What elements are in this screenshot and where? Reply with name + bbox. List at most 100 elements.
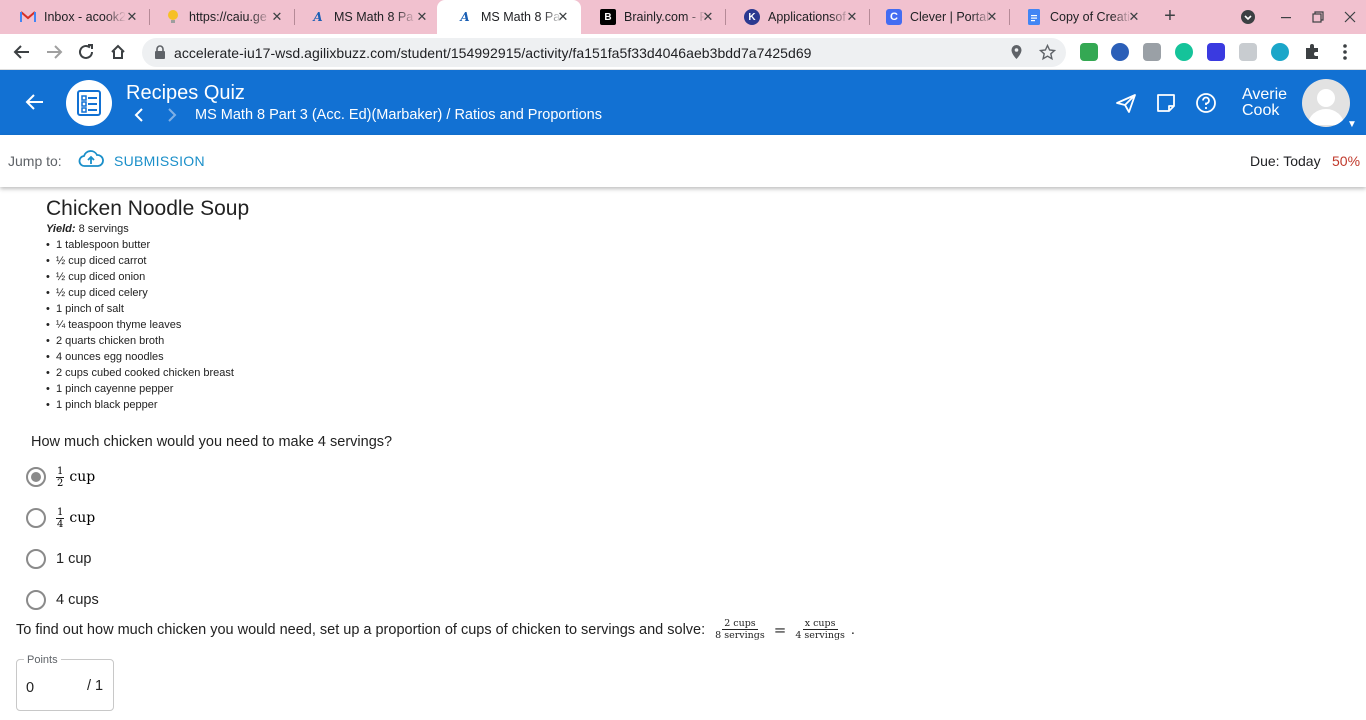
next-item-chevron-icon[interactable] bbox=[167, 108, 177, 127]
url-text: accelerate-iu17-wsd.agilixbuzz.com/stude… bbox=[174, 45, 812, 61]
ingredient-list: 1 tablespoon butter ½ cup diced carrot ½… bbox=[46, 237, 234, 413]
cloud-upload-icon[interactable] bbox=[78, 149, 104, 174]
breadcrumb[interactable]: MS Math 8 Part 3 (Acc. Ed)(Marbaker) / R… bbox=[195, 107, 602, 123]
forward-arrow-icon[interactable] bbox=[42, 40, 66, 64]
agilix-icon: A bbox=[460, 10, 470, 24]
browser-tab-gmail[interactable]: Inbox - acook2 ✕ bbox=[0, 0, 150, 34]
fraction: 1 2 bbox=[56, 465, 65, 489]
tab-close-icon[interactable]: ✕ bbox=[984, 9, 1000, 25]
quiz-content: Chicken Noodle Soup Yield: 8 servings 1 … bbox=[0, 187, 1366, 720]
gmail-icon bbox=[20, 9, 36, 25]
list-item: 1 pinch cayenne pepper bbox=[46, 381, 234, 397]
back-arrow-icon[interactable] bbox=[24, 91, 46, 118]
list-item: 1 pinch of salt bbox=[46, 301, 234, 317]
browser-tab-math-active[interactable]: A MS Math 8 Pa ✕ bbox=[437, 0, 581, 34]
send-paper-plane-icon[interactable] bbox=[1115, 92, 1137, 114]
tab-close-icon[interactable]: ✕ bbox=[844, 9, 860, 25]
proportion-right-fraction: x cups 4 servings bbox=[795, 618, 845, 641]
proportion-left-fraction: 2 cups 8 servings bbox=[715, 618, 765, 641]
grammarly-icon[interactable] bbox=[1175, 43, 1193, 61]
radio-button-selected[interactable] bbox=[26, 467, 46, 487]
list-item: ¼ teaspoon thyme leaves bbox=[46, 317, 234, 333]
home-icon[interactable] bbox=[106, 40, 130, 64]
answer-option-quarter-cup[interactable]: 1 4 cup bbox=[26, 506, 95, 530]
list-item: 2 cups cubed cooked chicken breast bbox=[46, 365, 234, 381]
jump-bar: Jump to: SUBMISSION Due: Today 50% bbox=[0, 135, 1366, 187]
location-pin-icon[interactable] bbox=[1008, 44, 1025, 61]
list-item: ½ cup diced onion bbox=[46, 269, 234, 285]
list-item: 1 pinch black pepper bbox=[46, 397, 234, 413]
radio-button[interactable] bbox=[26, 508, 46, 528]
tab-close-icon[interactable]: ✕ bbox=[700, 9, 716, 25]
browser-tab-caiu[interactable]: https://caiu.ge ✕ bbox=[145, 0, 295, 34]
list-item: 4 ounces egg noodles bbox=[46, 349, 234, 365]
new-tab-plus-icon[interactable]: + bbox=[1160, 6, 1180, 27]
recipe-title: Chicken Noodle Soup bbox=[46, 197, 250, 220]
user-name[interactable]: Averie Cook bbox=[1242, 87, 1287, 119]
menu-dots-icon[interactable] bbox=[1336, 43, 1354, 61]
reload-icon[interactable] bbox=[74, 40, 98, 64]
points-total: / 1 bbox=[87, 678, 104, 694]
jump-to-label: Jump to: bbox=[8, 153, 62, 169]
list-item: ½ cup diced celery bbox=[46, 285, 234, 301]
answer-option-1-cup[interactable]: 1 cup bbox=[26, 547, 91, 571]
radio-button[interactable] bbox=[26, 549, 46, 569]
extension-gray-icon[interactable] bbox=[1143, 43, 1161, 61]
extension-blue-icon[interactable] bbox=[1271, 43, 1289, 61]
points-value: 0 bbox=[26, 680, 35, 696]
recipe-yield: Yield: 8 servings bbox=[46, 223, 129, 235]
score-percent: 50% bbox=[1332, 153, 1361, 169]
agilix-icon: A bbox=[313, 10, 323, 24]
points-label: Points bbox=[24, 654, 61, 666]
explanation-text: To find out how much chicken you would n… bbox=[16, 618, 855, 641]
k-extension-icon[interactable] bbox=[1111, 43, 1129, 61]
puzzle-extensions-icon[interactable] bbox=[1303, 43, 1321, 61]
browser-tab-strip: Inbox - acook2 ✕ https://caiu.ge ✕ A MS … bbox=[0, 0, 1366, 34]
tab-close-icon[interactable]: ✕ bbox=[414, 9, 430, 25]
browser-tab-brainly[interactable]: B Brainly.com - F ✕ bbox=[580, 0, 726, 34]
docs-icon bbox=[1026, 9, 1042, 25]
browser-toolbar: accelerate-iu17-wsd.agilixbuzz.com/stude… bbox=[0, 34, 1366, 70]
caret-down-icon[interactable]: ▼ bbox=[1347, 119, 1357, 130]
tab-close-icon[interactable]: ✕ bbox=[555, 9, 571, 25]
browser-tab-docs[interactable]: Copy of Creati ✕ bbox=[1006, 0, 1152, 34]
classroom-extension-icon[interactable] bbox=[1080, 43, 1098, 61]
prev-item-chevron-icon[interactable] bbox=[134, 108, 144, 127]
help-question-icon[interactable] bbox=[1195, 92, 1217, 114]
tab-search-icon[interactable] bbox=[1232, 0, 1264, 34]
quiz-checklist-icon bbox=[66, 80, 112, 126]
browser-tab-applications[interactable]: K Applicationsof ✕ bbox=[724, 0, 870, 34]
tab-close-icon[interactable]: ✕ bbox=[269, 9, 285, 25]
bookmark-star-icon[interactable] bbox=[1038, 43, 1057, 61]
browser-tab-math-1[interactable]: A MS Math 8 Pa ✕ bbox=[290, 0, 440, 34]
lightbulb-icon bbox=[165, 9, 181, 25]
answer-option-half-cup[interactable]: 1 2 cup bbox=[26, 465, 95, 489]
browser-tab-clever[interactable]: C Clever | Portal ✕ bbox=[866, 0, 1010, 34]
screenshot-extension-icon[interactable] bbox=[1239, 43, 1257, 61]
page-title: Recipes Quiz bbox=[126, 82, 245, 104]
brainly-icon: B bbox=[600, 9, 616, 25]
radio-button[interactable] bbox=[26, 590, 46, 610]
answer-option-4-cups[interactable]: 4 cups bbox=[26, 588, 99, 612]
due-date: Due: Today bbox=[1250, 153, 1321, 169]
list-item: ½ cup diced carrot bbox=[46, 253, 234, 269]
back-arrow-icon[interactable] bbox=[10, 40, 34, 64]
k-icon: K bbox=[744, 9, 760, 25]
lock-icon bbox=[154, 45, 166, 64]
list-item: 1 tablespoon butter bbox=[46, 237, 234, 253]
app-header: Recipes Quiz MS Math 8 Part 3 (Acc. Ed)(… bbox=[0, 70, 1366, 135]
submission-link[interactable]: SUBMISSION bbox=[114, 153, 205, 169]
tab-close-icon[interactable]: ✕ bbox=[124, 9, 140, 25]
list-item: 2 quarts chicken broth bbox=[46, 333, 234, 349]
address-bar[interactable]: accelerate-iu17-wsd.agilixbuzz.com/stude… bbox=[142, 38, 1066, 67]
avatar[interactable] bbox=[1302, 79, 1350, 127]
close-window-icon[interactable] bbox=[1334, 0, 1366, 34]
fraction: 1 4 bbox=[56, 506, 65, 530]
question-text: How much chicken would you need to make … bbox=[31, 434, 393, 450]
notes-icon[interactable] bbox=[1155, 92, 1177, 114]
tab-close-icon[interactable]: ✕ bbox=[1126, 9, 1142, 25]
clever-icon: C bbox=[886, 9, 902, 25]
restore-icon[interactable] bbox=[1302, 0, 1334, 34]
clever-extension-icon[interactable] bbox=[1207, 43, 1225, 61]
minimize-icon[interactable] bbox=[1270, 0, 1302, 34]
